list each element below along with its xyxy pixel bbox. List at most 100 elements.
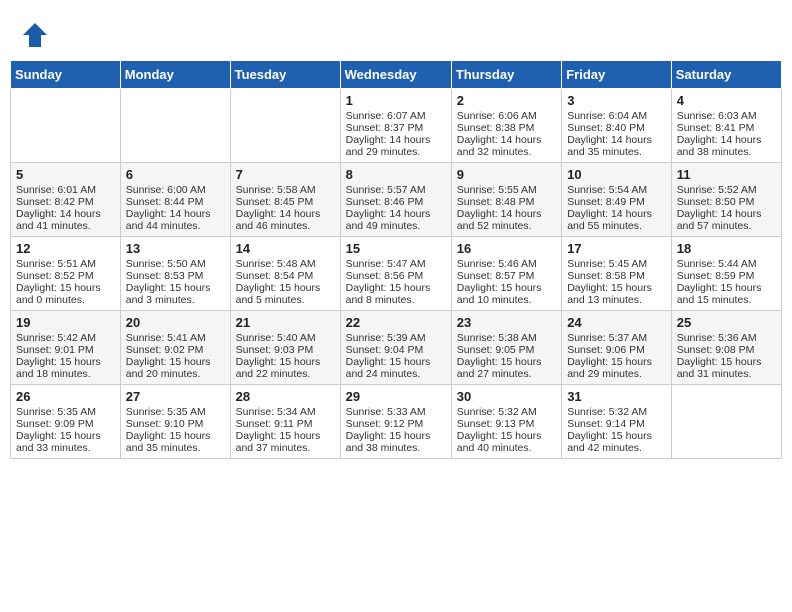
calendar-cell — [120, 89, 230, 163]
day-info: Daylight: 15 hours — [567, 282, 666, 294]
calendar-cell: 17Sunrise: 5:45 AMSunset: 8:58 PMDayligh… — [562, 237, 672, 311]
day-number: 21 — [236, 315, 335, 330]
calendar-cell — [11, 89, 121, 163]
day-info: Sunrise: 6:01 AM — [16, 184, 115, 196]
day-info: Sunset: 8:40 PM — [567, 122, 666, 134]
day-info: Sunset: 9:11 PM — [236, 418, 335, 430]
day-number: 5 — [16, 167, 115, 182]
day-number: 7 — [236, 167, 335, 182]
day-info: Sunset: 9:14 PM — [567, 418, 666, 430]
calendar-cell: 28 Sunrise: 5:34 AMSunset: 9:11 PMDayligh… — [230, 385, 340, 459]
day-number: 8 — [346, 167, 446, 182]
day-info: and 37 minutes. — [236, 442, 335, 454]
day-info: Daylight: 15 hours — [236, 430, 335, 442]
day-number: 13 — [126, 241, 225, 256]
calendar-cell: 9Sunrise: 5:55 AMSunset: 8:48 PMDaylight… — [451, 163, 561, 237]
day-info: Sunrise: 5:58 AM — [236, 184, 335, 196]
day-info: Sunrise: 5:36 AM — [677, 332, 776, 344]
day-info: Sunset: 9:09 PM — [16, 418, 115, 430]
day-info: Daylight: 14 hours — [346, 208, 446, 220]
calendar-cell: 6Sunrise: 6:00 AMSunset: 8:44 PMDaylight… — [120, 163, 230, 237]
calendar-cell: 8 Sunrise: 5:57 AMSunset: 8:46 PMDaylight… — [340, 163, 451, 237]
day-info: and 33 minutes. — [16, 442, 115, 454]
calendar-cell: 5Sunrise: 6:01 AMSunset: 8:42 PMDaylight… — [11, 163, 121, 237]
day-number: 28 — [236, 389, 335, 404]
day-info: Sunrise: 5:54 AM — [567, 184, 666, 196]
calendar-cell: 31Sunrise: 5:32 AMSunset: 9:14 PMDayligh… — [562, 385, 672, 459]
day-info: Daylight: 14 hours — [567, 208, 666, 220]
day-info: Sunset: 9:04 PM — [346, 344, 446, 356]
day-info: Sunrise: 5:37 AM — [567, 332, 666, 344]
day-info: and 15 minutes. — [677, 294, 776, 306]
day-info: Sunset: 8:56 PM — [346, 270, 446, 282]
calendar-week-row: 19Sunrise: 5:42 AMSunset: 9:01 PMDayligh… — [11, 311, 782, 385]
day-info: and 38 minutes. — [677, 146, 776, 158]
day-number: 4 — [677, 93, 776, 108]
day-info: and 10 minutes. — [457, 294, 556, 306]
day-info: Sunrise: 5:32 AM — [457, 406, 556, 418]
day-number: 29 — [346, 389, 446, 404]
day-info: Sunset: 8:59 PM — [677, 270, 776, 282]
day-info: Sunset: 9:12 PM — [346, 418, 446, 430]
calendar-cell: 19Sunrise: 5:42 AMSunset: 9:01 PMDayligh… — [11, 311, 121, 385]
calendar-cell: 18Sunrise: 5:44 AMSunset: 8:59 PMDayligh… — [671, 237, 781, 311]
day-info: and 27 minutes. — [457, 368, 556, 380]
calendar-cell: 29Sunrise: 5:33 AMSunset: 9:12 PMDayligh… — [340, 385, 451, 459]
day-info: Daylight: 14 hours — [457, 208, 556, 220]
day-info: Sunrise: 6:03 AM — [677, 110, 776, 122]
calendar-cell: 21Sunrise: 5:40 AMSunset: 9:03 PMDayligh… — [230, 311, 340, 385]
day-number: 27 — [126, 389, 225, 404]
day-number: 16 — [457, 241, 556, 256]
day-number: 26 — [16, 389, 115, 404]
calendar-cell: 25Sunrise: 5:36 AMSunset: 9:08 PMDayligh… — [671, 311, 781, 385]
day-info: Sunrise: 5:34 AM — [236, 406, 335, 418]
day-info: Sunset: 8:52 PM — [16, 270, 115, 282]
day-number: 19 — [16, 315, 115, 330]
day-info: Daylight: 14 hours — [677, 134, 776, 146]
day-info: Daylight: 14 hours — [236, 208, 335, 220]
day-info: Daylight: 15 hours — [236, 282, 335, 294]
day-info: and 35 minutes. — [567, 146, 666, 158]
day-info: Sunrise: 6:00 AM — [126, 184, 225, 196]
day-info: and 29 minutes. — [567, 368, 666, 380]
calendar-cell: 23Sunrise: 5:38 AMSunset: 9:05 PMDayligh… — [451, 311, 561, 385]
day-number: 9 — [457, 167, 556, 182]
day-info: and 57 minutes. — [677, 220, 776, 232]
day-info: Daylight: 14 hours — [457, 134, 556, 146]
day-info: and 20 minutes. — [126, 368, 225, 380]
day-info: Daylight: 15 hours — [346, 282, 446, 294]
day-of-week-header: Thursday — [451, 61, 561, 89]
day-number: 24 — [567, 315, 666, 330]
day-number: 30 — [457, 389, 556, 404]
calendar-cell: 14Sunrise: 5:48 AMSunset: 8:54 PMDayligh… — [230, 237, 340, 311]
calendar-week-row: 5Sunrise: 6:01 AMSunset: 8:42 PMDaylight… — [11, 163, 782, 237]
day-of-week-header: Sunday — [11, 61, 121, 89]
day-of-week-header: Saturday — [671, 61, 781, 89]
page-header — [10, 10, 782, 55]
logo-icon — [20, 20, 50, 50]
day-info: Sunset: 9:06 PM — [567, 344, 666, 356]
day-info: Sunrise: 5:40 AM — [236, 332, 335, 344]
day-info: and 44 minutes. — [126, 220, 225, 232]
day-info: Sunset: 8:45 PM — [236, 196, 335, 208]
day-number: 14 — [236, 241, 335, 256]
day-info: Sunrise: 5:57 AM — [346, 184, 446, 196]
day-info: Sunrise: 5:35 AM — [126, 406, 225, 418]
day-info: Daylight: 15 hours — [567, 430, 666, 442]
day-info: and 18 minutes. — [16, 368, 115, 380]
day-info: Sunrise: 5:42 AM — [16, 332, 115, 344]
day-info: Sunset: 8:46 PM — [346, 196, 446, 208]
day-info: Daylight: 14 hours — [567, 134, 666, 146]
calendar-cell: 2Sunrise: 6:06 AMSunset: 8:38 PMDaylight… — [451, 89, 561, 163]
day-info: and 49 minutes. — [346, 220, 446, 232]
calendar-week-row: 1Sunrise: 6:07 AMSunset: 8:37 PMDaylight… — [11, 89, 782, 163]
day-info: Sunset: 8:37 PM — [346, 122, 446, 134]
day-info: Sunrise: 5:48 AM — [236, 258, 335, 270]
calendar-cell: 22Sunrise: 5:39 AMSunset: 9:04 PMDayligh… — [340, 311, 451, 385]
calendar-cell: 30Sunrise: 5:32 AMSunset: 9:13 PMDayligh… — [451, 385, 561, 459]
day-info: and 8 minutes. — [346, 294, 446, 306]
calendar-cell: 15Sunrise: 5:47 AMSunset: 8:56 PMDayligh… — [340, 237, 451, 311]
day-info: Sunset: 9:08 PM — [677, 344, 776, 356]
calendar-cell: 13Sunrise: 5:50 AMSunset: 8:53 PMDayligh… — [120, 237, 230, 311]
day-number: 11 — [677, 167, 776, 182]
